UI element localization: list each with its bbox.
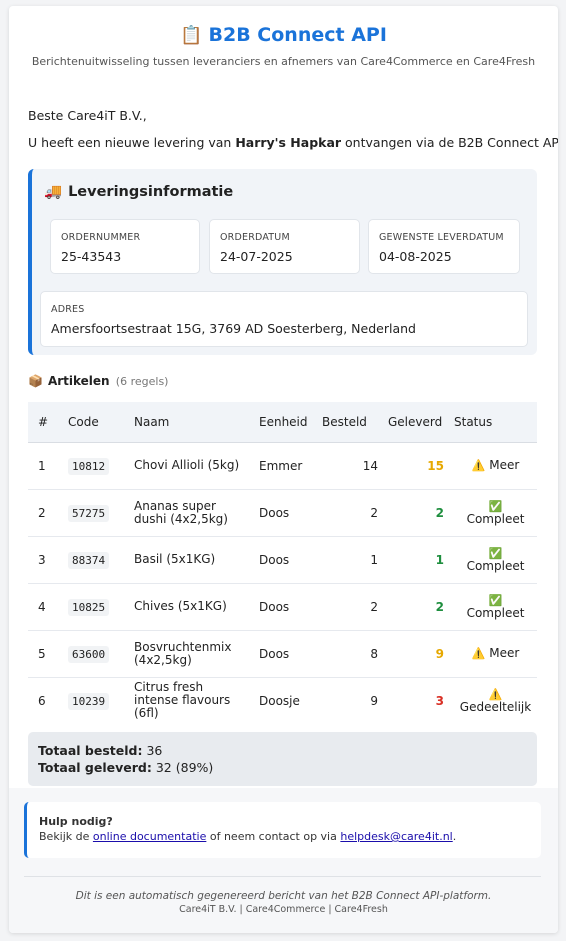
desired-delivery-date: 04-08-2025 (379, 249, 452, 264)
ordered-qty: 2 (312, 489, 378, 537)
table-row: 1 10812 Chovi Allioli (5kg) Emmer 14 15 ⚠️ Mee… (28, 442, 537, 490)
row-number: 3 (28, 536, 58, 584)
article-unit: Doos (249, 489, 312, 537)
row-number: 4 (28, 583, 58, 631)
truck-icon: 🚚 (44, 184, 63, 200)
total-ordered: Totaal besteld: 36 (38, 743, 163, 758)
article-unit: Emmer (249, 442, 312, 490)
col-header: Code (58, 402, 124, 443)
article-unit: Doos (249, 630, 312, 678)
table-row: 2 57275 Ananas super dushi (4x2,5kg) Doos 2 2… (28, 489, 537, 537)
row-number: 6 (38, 693, 46, 708)
row-number: 1 (28, 442, 58, 490)
delivered-qty: 2 (378, 583, 444, 631)
col-header: Geleverd (378, 402, 444, 443)
row-number: 2 (28, 489, 58, 537)
table-row: 3 88374 Basil (5x1KG) Doos 1 1 ✅ Compleet (28, 536, 537, 584)
totals-panel: Totaal besteld: 36 Totaal geleverd: 32 (… (28, 732, 537, 786)
total-delivered: Totaal geleverd: 32 (89%) (38, 760, 214, 775)
delivery-info-panel: 🚚 Leveringsinformatie ORDERNUMMER 25-4354… (28, 169, 537, 355)
article-name: Basil (5x1KG) (124, 536, 249, 584)
ordered-qty: 14 (312, 442, 378, 490)
article-name: Citrus fresh intense flavours (6fl) (134, 680, 231, 721)
col-header: Naam (124, 402, 249, 443)
status-badge: ⚠️ Gedeeltelijk (444, 677, 537, 724)
order-number-box: ORDERNUMMER 25-43543 (50, 219, 200, 274)
delivered-qty: 1 (378, 536, 444, 584)
delivered-qty: 3 (435, 693, 444, 708)
clipboard-icon: 📋 (180, 25, 203, 46)
supplier-name: Harry's Hapkar (235, 135, 342, 150)
article-name: Chives (5x1KG) (124, 583, 249, 631)
status-icon: ⚠️ (471, 459, 486, 472)
ordered-qty: 1 (312, 536, 378, 584)
greeting: Beste Care4iT B.V., (28, 108, 147, 123)
delivery-heading: 🚚 Leveringsinformatie (44, 184, 234, 200)
help-heading: Hulp nodig? (39, 815, 113, 828)
page-title: 📋 B2B Connect API (180, 24, 387, 46)
article-name: Chovi Allioli (5kg) (124, 442, 249, 490)
col-header: Besteld (312, 402, 378, 443)
header: 📋 B2B Connect API Berichtenuitwisseling t… (9, 6, 558, 78)
col-header: # (28, 402, 58, 443)
desired-date-box: GEWENSTE LEVERDATUM 04-08-2025 (368, 219, 520, 274)
ordered-qty: 2 (312, 583, 378, 631)
article-code: 10825 (58, 583, 124, 631)
helpdesk-email-link[interactable]: helpdesk@care4it.nl (340, 830, 452, 843)
footer-area: Hulp nodig? Bekijk de online documentati… (9, 788, 558, 933)
delivered-qty: 2 (378, 489, 444, 537)
table-row: 6 10239 Citrus fresh intense flavours (6fl… (28, 677, 537, 724)
article-code: 88374 (58, 536, 124, 584)
address: Amersfoortsestraat 15G, 3769 AD Soesterb… (51, 321, 416, 336)
row-count: (6 regels) (115, 375, 169, 388)
article-code: 57275 (58, 489, 124, 537)
table-header-row: # Code Naam Eenheid Besteld Geleverd Sta… (28, 402, 537, 443)
article-unit: Doos (249, 583, 312, 631)
help-text: Bekijk de online documentatie of neem co… (39, 830, 457, 843)
email-card: 📋 B2B Connect API Berichtenuitwisseling t… (9, 6, 558, 933)
status-badge: ✅ Compleet (444, 536, 537, 584)
address-box: ADRES Amersfoortsestraat 15G, 3769 AD So… (40, 291, 528, 347)
delivered-qty: 15 (378, 442, 444, 490)
article-code: 10812 (58, 442, 124, 490)
documentation-link[interactable]: online documentatie (93, 830, 206, 843)
order-date-box: ORDERDATUM 24-07-2025 (209, 219, 360, 274)
article-name: Bosvruchtenmix (4x2,5kg) (124, 630, 249, 678)
col-header: Status (444, 402, 537, 443)
page-subtitle: Berichtenuitwisseling tussen leverancier… (31, 55, 536, 68)
divider (24, 876, 541, 877)
status-badge: ✅ Compleet (444, 489, 537, 537)
delivered-qty: 9 (378, 630, 444, 678)
article-code: 63600 (58, 630, 124, 678)
status-badge: ⚠️ Meer (444, 630, 537, 678)
article-name: Ananas super dushi (4x2,5kg) (124, 489, 249, 537)
footer-brands: Care4iT B.V. | Care4Commerce | Care4Fres… (179, 904, 388, 915)
status-icon: ⚠️ (471, 647, 486, 660)
ordered-qty: 8 (312, 630, 378, 678)
articles-table: # Code Naam Eenheid Besteld Geleverd Sta… (28, 402, 537, 724)
footer-note: Dit is een automatisch gegenereerd beric… (75, 890, 492, 902)
order-number: 25-43543 (61, 249, 122, 264)
table-row: 4 10825 Chives (5x1KG) Doos 2 2 ✅ Compleet (28, 583, 537, 631)
article-code: 10239 (58, 677, 124, 724)
col-header: Eenheid (249, 402, 312, 443)
package-icon: 📦 (28, 374, 43, 388)
ordered-qty: 9 (370, 693, 378, 708)
order-date: 24-07-2025 (220, 249, 293, 264)
articles-heading: 📦 Artikelen (6 regels) (28, 374, 169, 388)
status-badge: ✅ Compleet (444, 583, 537, 631)
article-unit: Doos (249, 536, 312, 584)
table-row: 5 63600 Bosvruchtenmix (4x2,5kg) Doos 8 9 ⚠️ M… (28, 630, 537, 678)
status-badge: ⚠️ Meer (444, 442, 537, 490)
article-unit: Doosje (259, 693, 300, 708)
intro-text: U heeft een nieuwe levering van Harry's … (28, 135, 558, 150)
help-box: Hulp nodig? Bekijk de online documentati… (24, 802, 541, 858)
row-number: 5 (28, 630, 58, 678)
